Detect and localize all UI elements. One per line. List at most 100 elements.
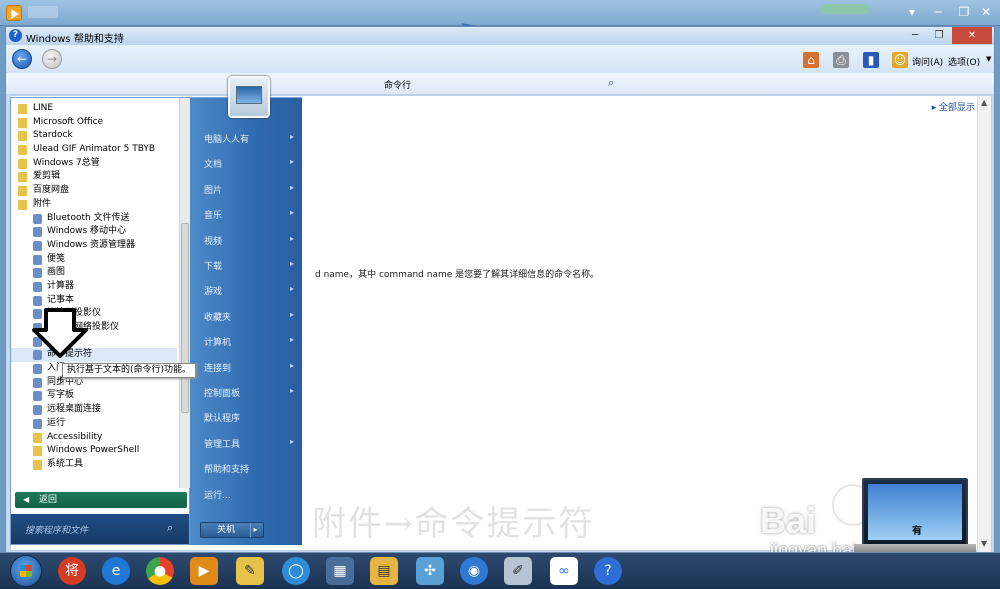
program-folder[interactable]: LINE [11,102,177,116]
folder-icon [18,145,27,156]
remote-desktop-icon[interactable]: ▦ [326,557,354,585]
scroll-up-icon[interactable]: ▲ [981,98,987,107]
user-avatar[interactable] [228,76,270,118]
player-minimize-button[interactable]: ─ [928,3,948,21]
options-button[interactable]: 选项(O) [948,55,980,68]
shutdown-options-icon[interactable]: ▸ [250,523,260,537]
program-folder[interactable]: Accessibility [11,431,177,445]
programs-scroll-thumb[interactable] [181,223,189,413]
program-item[interactable]: Windows 资源管理器 [11,239,177,253]
tooltip: 执行基于文本的(命令行)功能。 [62,363,197,378]
start-right-item[interactable]: 视频 ▸ [204,234,294,247]
start-right-item[interactable]: 运行... [204,488,294,501]
start-right-item[interactable]: 图片 ▸ [204,183,294,196]
show-all-link[interactable]: ▸ 全部显示 [932,100,975,113]
home-icon[interactable]: ⌂ [803,52,819,68]
program-item[interactable]: 远程桌面连接 [11,403,177,417]
start-right-item[interactable]: 管理工具 ▸ [204,437,294,450]
jiang-app-icon[interactable]: 将 [58,557,86,585]
ask-icon[interactable]: ☺ [892,52,908,68]
options-dropdown-icon[interactable]: ▼ [986,55,991,63]
program-item[interactable]: 画图 [11,266,177,280]
programs-scrollbar[interactable] [179,98,190,488]
folder-icon [18,117,27,128]
help-taskbar-icon[interactable]: ? [594,557,622,585]
browser-ring-icon[interactable]: ◯ [282,557,310,585]
back-button[interactable]: ← [12,49,32,69]
program-label: 系统工具 [47,458,84,469]
program-folder[interactable]: Windows 7总管 [11,157,177,171]
program-folder[interactable]: Stardock [11,129,177,143]
submenu-chevron-icon: ▸ [289,335,294,345]
forward-button[interactable]: → [42,49,62,69]
notes-icon[interactable]: ✎ [236,557,264,585]
search-input[interactable]: 命令行 [384,78,411,91]
program-label: 百度网盘 [33,185,70,196]
program-item[interactable]: Windows 移动中心 [11,225,177,239]
start-right-item[interactable]: 游戏 ▸ [204,284,294,297]
program-folder[interactable]: Microsoft Office [11,116,177,130]
program-item[interactable]: 便笺 [11,253,177,267]
start-right-item[interactable]: 下载 ▸ [204,259,294,272]
show-all-label: 全部显示 [938,103,975,113]
internet-explorer-icon[interactable]: e [102,557,130,585]
minimize-button[interactable]: ─ [904,27,926,44]
program-folder[interactable]: Windows PowerShell [11,444,177,458]
recorder-title-bar: ▾ ─ ❐ ✕ [0,0,1000,26]
program-label: 运行 [47,417,66,428]
program-label: 记事本 [47,294,75,305]
program-item[interactable]: 计算器 [11,280,177,294]
program-folder[interactable]: 系统工具 [11,458,177,472]
paint-icon[interactable]: ✐ [504,557,532,585]
content-scrollbar[interactable]: ▲ ▼ [977,96,991,552]
program-label: Windows 资源管理器 [47,239,136,250]
search-programs-box[interactable]: 搜索程序和文件 ⌕ [11,514,189,544]
scroll-down-icon[interactable]: ▼ [981,539,987,548]
start-right-item[interactable]: 计算机 ▸ [204,335,294,348]
start-right-item[interactable]: 控制面板 ▸ [204,386,294,399]
start-right-item[interactable]: 帮助和支持 [204,462,294,475]
folder-icon [33,446,42,457]
start-button[interactable] [10,555,42,587]
start-right-item[interactable]: 连接到 ▸ [204,361,294,374]
program-item[interactable]: 运行 [11,417,177,431]
print-icon[interactable]: ⎙ [833,52,849,68]
network-icon[interactable]: ✣ [416,557,444,585]
start-right-item[interactable]: 电脑人人有 ▸ [204,132,294,145]
restore-button[interactable]: ❐ [928,27,950,44]
chrome-icon[interactable]: ● [146,557,174,585]
program-icon [33,281,42,292]
start-right-item[interactable]: 默认程序 [204,411,294,424]
player-dropdown-button[interactable]: ▾ [902,3,922,21]
program-icon [33,213,42,224]
start-right-label: 音乐 [204,211,223,222]
baidu-netdisk-icon[interactable]: ∞ [550,557,578,585]
program-label: LINE [33,103,54,113]
search-icon[interactable]: ⌕ [608,76,614,90]
player-maximize-button[interactable]: ❐ [954,3,974,21]
start-right-item[interactable]: 文档 ▸ [204,157,294,170]
program-item[interactable]: Bluetooth 文件传送 [11,212,177,226]
ask-button[interactable]: 询问(A) [912,55,943,68]
program-folder[interactable]: 附件 [11,198,177,212]
program-item[interactable]: 写字板 [11,389,177,403]
program-item[interactable]: 记事本 [11,294,177,308]
start-right-item[interactable]: 音乐 ▸ [204,208,294,221]
toolbar: ← → ⌂ ⎙ ▮ ☺ 询问(A) 选项(O) ▼ [6,45,994,73]
program-label: Bluetooth 文件传送 [47,212,130,223]
shutdown-button[interactable]: 关机 ▸ [200,522,264,538]
program-folder[interactable]: 百度网盘 [11,184,177,198]
media-player-icon[interactable]: ▶ [190,557,218,585]
program-folder[interactable]: Ulead GIF Animator 5 TBYB [11,143,177,157]
ie-alt-icon[interactable]: ◉ [460,557,488,585]
submenu-chevron-icon: ▸ [289,284,294,294]
back-bar-button[interactable]: ◀ 返回 [15,492,187,508]
close-button[interactable]: ✕ [952,27,992,44]
start-right-item[interactable]: 收藏夹 ▸ [204,310,294,323]
file-explorer-icon[interactable]: ▤ [370,557,398,585]
submenu-chevron-icon: ▸ [289,157,294,167]
program-folder[interactable]: 爱剪辑 [11,170,177,184]
magnifier-icon[interactable]: ⌕ [167,521,173,535]
player-close-button[interactable]: ✕ [976,3,996,21]
browse-help-icon[interactable]: ▮ [863,52,879,68]
